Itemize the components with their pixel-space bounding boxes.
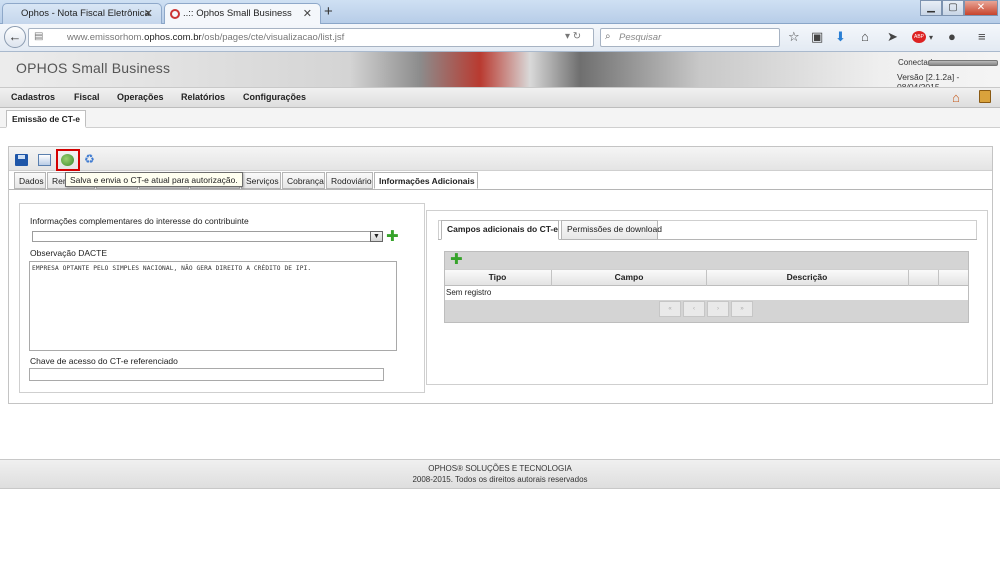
- tooltip: Salva e envia o CT-e atual para autoriza…: [65, 172, 243, 187]
- window-close-button[interactable]: ✕: [964, 0, 998, 16]
- reading-list-icon[interactable]: ▣: [811, 29, 823, 45]
- prev-page-button[interactable]: ‹: [683, 301, 705, 317]
- browser-tab-label: Ophos - Nota Fiscal Eletrônica: [21, 8, 150, 19]
- search-icon: ⌕: [605, 31, 611, 42]
- menu-cadastros[interactable]: Cadastros: [11, 92, 55, 102]
- last-page-button[interactable]: »: [731, 301, 753, 317]
- url-path: /osb/pages/cte/visualizacao/list.jsf: [201, 32, 345, 43]
- opera-icon: [170, 9, 180, 19]
- reload-icon[interactable]: ♻: [84, 152, 97, 166]
- reload-icon[interactable]: ▾ ↻: [565, 31, 581, 42]
- tab-servicos[interactable]: Serviços: [241, 172, 281, 189]
- menu-relatorios[interactable]: Relatórios: [181, 92, 225, 102]
- save-icon[interactable]: [15, 154, 28, 166]
- url-bar[interactable]: www.emissorhom.ophos.com.br/osb/pages/ct…: [28, 28, 594, 47]
- next-page-button[interactable]: ›: [707, 301, 729, 317]
- column-header-tipo[interactable]: Tipo: [445, 272, 550, 282]
- column-header-descricao[interactable]: Descrição: [707, 272, 907, 282]
- maximize-button[interactable]: ▢: [942, 0, 964, 16]
- url-domain: ophos.com.br: [144, 32, 202, 43]
- column-header-campo[interactable]: Campo: [552, 272, 706, 282]
- chat-icon[interactable]: ●: [948, 29, 956, 44]
- menu-icon[interactable]: ≡: [978, 29, 986, 44]
- browser-tab-ophos[interactable]: ..:: Ophos Small Business ✕: [164, 3, 321, 25]
- column-separator: [908, 270, 909, 286]
- focus-highlight: [56, 149, 80, 171]
- add-icon[interactable]: ✚: [386, 229, 399, 244]
- tab-divider: [9, 189, 992, 190]
- exit-icon[interactable]: [979, 90, 991, 103]
- menu-fiscal[interactable]: Fiscal: [74, 92, 100, 102]
- tab-cobranca[interactable]: Cobrança: [282, 172, 325, 189]
- add-icon[interactable]: ✚: [450, 252, 463, 267]
- chave-label: Chave de acesso do CT-e referenciado: [30, 356, 178, 366]
- tab-permissoes-download[interactable]: Permissões de download: [561, 220, 662, 240]
- search-input[interactable]: ⌕ Pesquisar: [600, 28, 780, 47]
- export-icon[interactable]: [38, 154, 51, 166]
- observacao-textarea[interactable]: EMPRESA OPTANTE PELO SIMPLES NACIONAL, N…: [29, 261, 397, 351]
- new-tab-button[interactable]: +: [324, 3, 333, 20]
- tab-campos-adicionais[interactable]: Campos adicionais do CT-e: [441, 220, 559, 240]
- first-page-button[interactable]: «: [659, 301, 681, 317]
- connection-indicator: [928, 60, 998, 66]
- page-info-icon[interactable]: ▤: [34, 31, 43, 42]
- chevron-down-icon[interactable]: ▾: [929, 33, 933, 42]
- browser-tab-label: ..:: Ophos Small Business: [183, 8, 292, 19]
- page-tab-strip: [0, 108, 1000, 128]
- home-icon[interactable]: ⌂: [952, 90, 960, 105]
- search-placeholder: Pesquisar: [619, 32, 662, 43]
- download-icon[interactable]: ⬇: [835, 29, 846, 45]
- back-button[interactable]: ←: [4, 26, 26, 48]
- info-complementares-label: Informações complementares do interesse …: [30, 216, 249, 226]
- observacao-label: Observação DACTE: [30, 248, 107, 258]
- chevron-down-icon[interactable]: ▼: [370, 231, 383, 242]
- tab-dados[interactable]: Dados: [14, 172, 46, 189]
- menu-operacoes[interactable]: Operações: [117, 92, 164, 102]
- menu-configuracoes[interactable]: Configurações: [243, 92, 306, 102]
- url-prefix: www.emissorhom.: [67, 32, 145, 43]
- empty-message: Sem registro: [446, 288, 492, 297]
- info-complementares-select[interactable]: [32, 231, 383, 242]
- minimize-button[interactable]: ▁: [920, 0, 942, 16]
- tab-emissao-cte[interactable]: Emissão de CT-e: [6, 110, 87, 128]
- close-icon[interactable]: ✕: [144, 7, 153, 20]
- tab-informacoes-adicionais[interactable]: Informações Adicionais: [374, 172, 478, 189]
- send-icon[interactable]: ➤: [887, 29, 898, 45]
- footer-company: OPHOS® SOLUÇÕES E TECNOLOGIA: [428, 464, 572, 473]
- footer-copyright: 2008-2015. Todos os direitos autorais re…: [412, 475, 588, 484]
- browser-tab-nfe[interactable]: Ophos - Nota Fiscal Eletrônica ✕: [2, 3, 162, 24]
- brand-title: OPHOS Small Business: [16, 60, 171, 76]
- grid-body: [445, 286, 968, 300]
- close-icon[interactable]: ✕: [303, 7, 312, 20]
- home-icon[interactable]: ⌂: [861, 29, 869, 44]
- chave-input[interactable]: [29, 368, 384, 381]
- adblock-icon[interactable]: ABP: [912, 31, 926, 43]
- tab-rodoviario[interactable]: Rodoviário: [326, 172, 373, 189]
- toolbar: [9, 147, 992, 171]
- bookmark-star-icon[interactable]: ☆: [788, 29, 800, 45]
- column-separator: [938, 270, 939, 286]
